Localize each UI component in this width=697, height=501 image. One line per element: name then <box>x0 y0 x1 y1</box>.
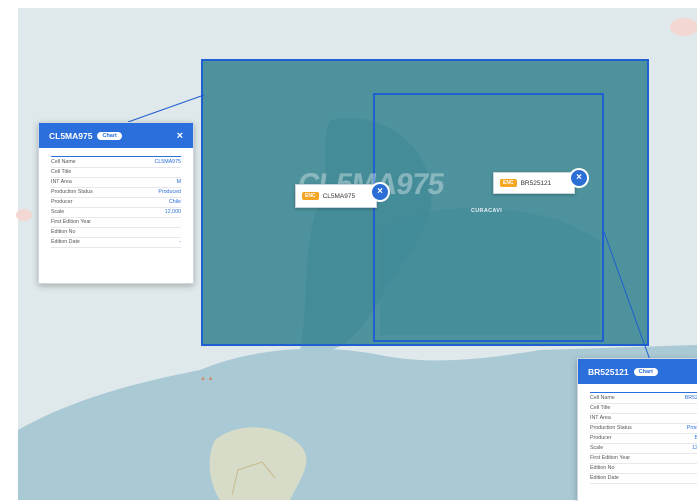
attribute-key: Edition Date <box>51 239 80 245</box>
close-icon[interactable]: × <box>571 170 587 186</box>
attribute-key: First Edition Year <box>51 219 92 225</box>
chart-info-card-cl5ma975: CL5MA975 Chart × Cell Name CL5MA975 Cell … <box>38 122 194 284</box>
chart-chip-cl5ma975[interactable]: ENC CL5MA975 <box>295 184 377 208</box>
coverage-land-shading <box>380 208 600 335</box>
card-body: Cell Name CL5MA975 Cell Title INT Area M P… <box>39 148 193 248</box>
attribute-row: First Edition Year <box>590 454 697 464</box>
attribute-key: Production Status <box>51 189 93 195</box>
attribute-value: CL5MA975 <box>154 159 182 165</box>
attribute-row: ProducerB <box>590 434 697 444</box>
card-body: Cell Name BR52 Cell Title INT Area Produc… <box>578 384 697 484</box>
attribute-row: INT Area <box>590 414 697 424</box>
enc-badge: ENC <box>302 192 319 200</box>
chart-type-pill: Chart <box>633 367 659 376</box>
attribute-row: Producer Chile <box>51 198 181 208</box>
attribute-row: Scale 12 <box>590 444 697 454</box>
attribute-key: Producer <box>590 435 612 441</box>
attribute-key: Edition No <box>51 229 76 235</box>
card-header: BR525121 Chart <box>578 359 697 384</box>
attribute-key: Scale <box>590 445 604 451</box>
enc-badge: ENC <box>500 179 517 187</box>
attribute-row: Edition No <box>51 228 181 238</box>
attribute-value: Chile <box>168 199 181 205</box>
attribute-key: Producer <box>51 199 73 205</box>
attribute-key: INT Area <box>51 179 72 185</box>
card-title: BR525121 <box>588 366 629 377</box>
attribute-value: 12 <box>692 445 697 451</box>
attribute-key: Edition No <box>590 465 615 471</box>
divider <box>590 392 697 393</box>
attribute-key: Cell Title <box>51 169 72 175</box>
attribute-key: Scale <box>51 209 65 215</box>
attribute-value: Prod <box>686 425 697 431</box>
attribute-row: Production Status Prod <box>590 424 697 434</box>
attribute-key: Production Status <box>590 425 632 431</box>
attribute-key: Cell Title <box>590 405 611 411</box>
attribute-row: Cell Name BR52 <box>590 394 697 404</box>
attribute-row: Edition Date <box>590 474 697 484</box>
attribute-row: Cell Name CL5MA975 <box>51 158 181 168</box>
attribute-value: M <box>176 179 181 185</box>
attribute-row: Edition No <box>590 464 697 474</box>
attribute-value: Produced <box>158 189 181 195</box>
close-icon[interactable]: × <box>177 130 183 142</box>
card-title: CL5MA975 <box>49 130 93 141</box>
attribute-row: Scale 12,000 <box>51 208 181 218</box>
divider <box>51 156 181 157</box>
card-header: CL5MA975 Chart × <box>39 123 193 148</box>
attribute-value: BR52 <box>684 395 697 401</box>
attribute-value: - <box>179 239 181 245</box>
place-label: CURACAVI <box>471 208 503 214</box>
chart-chip-label: CL5MA975 <box>322 192 356 200</box>
attribute-key: Edition Date <box>590 475 619 481</box>
attribute-row: INT Area M <box>51 178 181 188</box>
attribute-row: First Edition Year <box>51 218 181 228</box>
attribute-row: Cell Title <box>51 168 181 178</box>
attribute-key: Cell Name <box>51 159 76 165</box>
attribute-row: Edition Date - <box>51 238 181 248</box>
chart-type-pill: Chart <box>97 131 122 140</box>
close-icon[interactable]: × <box>372 184 388 200</box>
attribute-key: Cell Name <box>590 395 615 401</box>
attribute-row: Cell Title <box>590 404 697 414</box>
attribute-key: INT Area <box>590 415 611 421</box>
map-symbol: ▲ ▲ <box>200 376 214 382</box>
chart-chip-br525121[interactable]: ENC BR525121 <box>493 172 575 194</box>
attribute-row: Production Status Produced <box>51 188 181 198</box>
coast-marker <box>16 209 32 221</box>
coast-marker <box>670 18 697 36</box>
attribute-key: First Edition Year <box>590 455 631 461</box>
chart-info-card-br525121: BR525121 Chart Cell Name BR52 Cell Title … <box>577 358 697 501</box>
chart-chip-label: BR525121 <box>520 179 552 187</box>
attribute-value: 12,000 <box>164 209 181 215</box>
